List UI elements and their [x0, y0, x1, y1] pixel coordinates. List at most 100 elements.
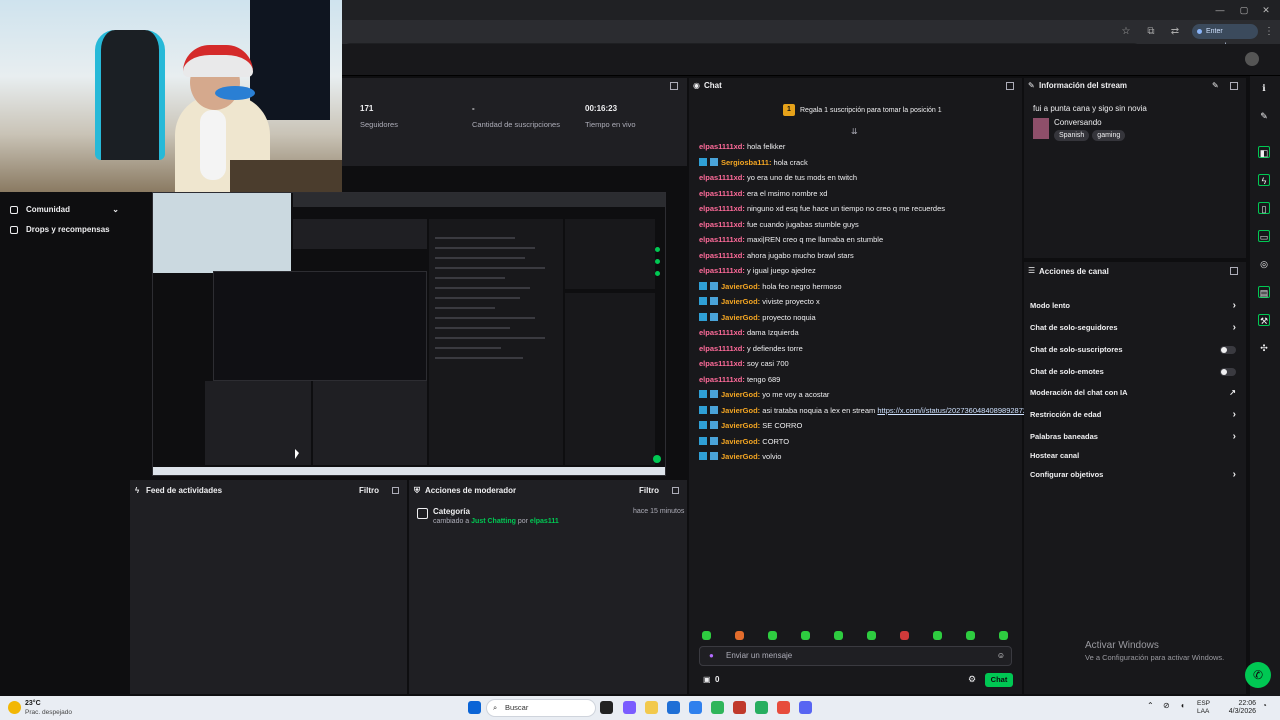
- chevron-right-icon[interactable]: ›: [1233, 467, 1236, 483]
- popout-icon[interactable]: [1006, 82, 1014, 90]
- chat-bubble-icon[interactable]: ▭: [1258, 230, 1270, 242]
- volume-icon[interactable]: ◖: [1180, 701, 1185, 710]
- channel-action-item[interactable]: Restricción de edad ›: [1030, 407, 1240, 423]
- emote-icon[interactable]: [966, 631, 975, 640]
- chat-username[interactable]: elpas1111xd:: [699, 204, 745, 213]
- cast-icon[interactable]: ⇄: [1168, 25, 1182, 39]
- emote-icon[interactable]: [702, 631, 711, 640]
- chat-username[interactable]: JavierGod:: [721, 297, 760, 306]
- popout-icon[interactable]: [1230, 267, 1238, 275]
- camera-icon[interactable]: ◧: [1258, 146, 1270, 158]
- chat-username[interactable]: elpas1111xd:: [699, 375, 745, 384]
- emote-icon[interactable]: [735, 631, 744, 640]
- app-icon[interactable]: [777, 701, 790, 714]
- layout-icon[interactable]: ▤: [1258, 286, 1270, 298]
- chat-username[interactable]: elpas1111xd:: [699, 235, 745, 244]
- clock-time[interactable]: 22:06: [1226, 700, 1256, 707]
- chat-username[interactable]: JavierGod:: [721, 452, 760, 461]
- menu-icon[interactable]: ⋮: [1262, 25, 1276, 39]
- mic-icon[interactable]: ●: [709, 647, 714, 665]
- wrench-icon[interactable]: ⚒: [1258, 314, 1270, 326]
- edit-icon[interactable]: ✎: [1212, 81, 1219, 90]
- extensions-icon[interactable]: ⧉: [1144, 25, 1158, 39]
- channel-action-item[interactable]: Configurar objetivos ›: [1030, 467, 1240, 483]
- subscriber-badge-icon[interactable]: [710, 312, 718, 321]
- quick-action-button[interactable]: ✆: [1245, 662, 1271, 688]
- info-icon[interactable]: ℹ: [1258, 82, 1270, 94]
- extensions-icon[interactable]: ✣: [1258, 342, 1270, 354]
- clock-date[interactable]: 4/3/2026: [1218, 708, 1256, 715]
- gift-banner[interactable]: Regala 1 suscripción para tomar la posic…: [800, 107, 942, 114]
- moderator-badge-icon[interactable]: [699, 436, 707, 445]
- chevron-right-icon[interactable]: ›: [1233, 298, 1236, 314]
- copilot-icon[interactable]: [623, 701, 636, 714]
- minimize-icon[interactable]: —: [1210, 4, 1230, 16]
- chat-send-button[interactable]: Chat: [985, 673, 1013, 687]
- tray-chevron-up-icon[interactable]: ⌃: [1147, 701, 1154, 710]
- app-icon[interactable]: [733, 701, 746, 714]
- chat-username[interactable]: JavierGod:: [721, 421, 760, 430]
- clip-icon[interactable]: ▯: [1258, 202, 1270, 214]
- chat-username[interactable]: JavierGod:: [721, 282, 760, 291]
- emote-icon[interactable]: [768, 631, 777, 640]
- activity-filter-button[interactable]: Filtro: [359, 480, 379, 502]
- emote-icon[interactable]: [834, 631, 843, 640]
- moderator-badge-icon[interactable]: [699, 390, 707, 398]
- chrome-icon[interactable]: [711, 701, 724, 714]
- moderator-badge-icon[interactable]: [699, 157, 707, 166]
- channel-action-item[interactable]: Chat de solo-emotes: [1030, 364, 1240, 380]
- toggle-switch[interactable]: [1220, 346, 1236, 354]
- chat-username[interactable]: elpas1111xd:: [699, 142, 745, 151]
- chevron-right-icon[interactable]: ›: [1233, 320, 1236, 336]
- moderator-badge-icon[interactable]: [699, 281, 707, 290]
- moderator-badge-icon[interactable]: [699, 452, 707, 460]
- channel-points-icon[interactable]: ▣: [703, 675, 711, 684]
- bolt-icon[interactable]: ϟ: [1258, 174, 1270, 186]
- channel-action-item[interactable]: Hostear canal: [1030, 448, 1240, 464]
- channel-action-item[interactable]: Moderación del chat con IA ↗: [1030, 385, 1240, 401]
- mod-filter-button[interactable]: Filtro: [639, 480, 659, 502]
- windows-start-icon[interactable]: [468, 701, 481, 714]
- chat-username[interactable]: JavierGod:: [721, 437, 760, 446]
- emote-icon[interactable]: [999, 631, 1008, 640]
- subscriber-badge-icon[interactable]: [710, 436, 718, 445]
- notifications-icon[interactable]: ◔: [1262, 701, 1267, 710]
- mod-entry-category[interactable]: Just Chatting: [471, 518, 516, 525]
- edge-icon[interactable]: [689, 701, 702, 714]
- tag[interactable]: gaming: [1092, 130, 1126, 141]
- chat-link[interactable]: https://x.com/i/status/20273604840898928…: [877, 406, 1027, 415]
- popout-icon[interactable]: [1230, 82, 1238, 90]
- channel-action-item[interactable]: Modo lento ›: [1030, 298, 1240, 314]
- moderator-badge-icon[interactable]: [699, 421, 707, 429]
- chat-settings-icon[interactable]: ⚙: [968, 674, 976, 685]
- chat-username[interactable]: elpas1111xd:: [699, 189, 745, 198]
- emote-icon[interactable]: [900, 631, 909, 640]
- task-view-icon[interactable]: [600, 701, 613, 714]
- store-icon[interactable]: [667, 701, 680, 714]
- popout-icon[interactable]: [392, 487, 399, 494]
- network-icon[interactable]: ⊘: [1163, 701, 1170, 710]
- subscriber-badge-icon[interactable]: [710, 421, 718, 429]
- subscriber-badge-icon[interactable]: [710, 390, 718, 398]
- avatar[interactable]: [1245, 52, 1259, 66]
- sidebar-item-community[interactable]: Comunidad ⌄: [10, 202, 125, 218]
- chat-username[interactable]: JavierGod:: [721, 313, 760, 322]
- language-code[interactable]: ESP: [1197, 700, 1210, 707]
- stream-preview[interactable]: [152, 192, 666, 476]
- mod-entry-user[interactable]: elpas111: [530, 518, 559, 525]
- popout-icon[interactable]: [670, 82, 678, 90]
- emote-icon[interactable]: [867, 631, 876, 640]
- chevron-right-icon[interactable]: ›: [1233, 407, 1236, 423]
- moderator-badge-icon[interactable]: [699, 312, 707, 321]
- channel-action-item[interactable]: Chat de solo-seguidores ›: [1030, 320, 1240, 336]
- channel-action-item[interactable]: Palabras baneadas ›: [1030, 429, 1240, 445]
- maximize-icon[interactable]: ▢: [1234, 4, 1254, 16]
- file-explorer-icon[interactable]: [645, 701, 658, 714]
- chat-username[interactable]: JavierGod:: [721, 406, 760, 415]
- subscriber-badge-icon[interactable]: [710, 452, 718, 460]
- chevron-right-icon[interactable]: ›: [1233, 429, 1236, 445]
- language-layout[interactable]: LAA: [1197, 708, 1209, 715]
- chat-username[interactable]: elpas1111xd:: [699, 220, 745, 229]
- discord-icon[interactable]: [799, 701, 812, 714]
- moderator-badge-icon[interactable]: [699, 405, 707, 414]
